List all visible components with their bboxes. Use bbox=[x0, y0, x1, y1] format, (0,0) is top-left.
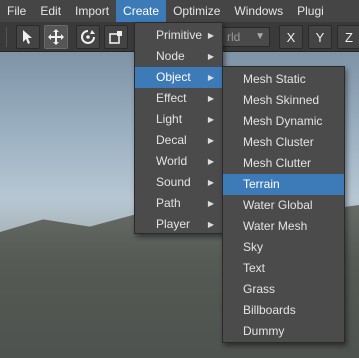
object-item-text[interactable]: Text bbox=[223, 258, 344, 279]
chevron-down-icon: ▼ bbox=[255, 31, 265, 42]
object-item-billboards[interactable]: Billboards bbox=[223, 300, 344, 321]
submenu-arrow-icon: ▶ bbox=[207, 157, 214, 166]
menu-item-label: Primitive bbox=[156, 28, 203, 42]
create-item-world[interactable]: World ▶ bbox=[135, 151, 222, 172]
object-item-mesh-static[interactable]: Mesh Static bbox=[223, 69, 344, 90]
menu-plugins[interactable]: Plugi bbox=[290, 0, 331, 22]
cursor-icon bbox=[23, 30, 32, 44]
create-item-decal[interactable]: Decal ▶ bbox=[135, 130, 222, 151]
create-item-node[interactable]: Node ▶ bbox=[135, 46, 222, 67]
menu-item-label: Node bbox=[156, 49, 185, 63]
axis-z-button[interactable]: Z bbox=[337, 25, 359, 49]
axis-x-label: X bbox=[286, 29, 296, 45]
menu-optimize[interactable]: Optimize bbox=[166, 0, 227, 22]
menu-item-label: Object bbox=[156, 70, 191, 84]
object-item-mesh-dynamic[interactable]: Mesh Dynamic bbox=[223, 111, 344, 132]
submenu-arrow-icon: ▶ bbox=[207, 94, 214, 103]
menu-item-label: Path bbox=[156, 196, 181, 210]
scale-icon bbox=[109, 31, 122, 44]
object-submenu: Mesh Static Mesh Skinned Mesh Dynamic Me… bbox=[222, 66, 345, 343]
scale-tool-button[interactable] bbox=[104, 25, 128, 49]
submenu-arrow-icon: ▶ bbox=[207, 178, 214, 187]
object-item-mesh-clutter[interactable]: Mesh Clutter bbox=[223, 153, 344, 174]
menu-item-label: Light bbox=[156, 112, 183, 126]
submenu-arrow-icon: ▶ bbox=[207, 115, 214, 124]
menu-file[interactable]: File bbox=[0, 0, 33, 22]
create-item-sound[interactable]: Sound ▶ bbox=[135, 172, 222, 193]
submenu-arrow-icon: ▶ bbox=[207, 52, 214, 61]
axis-y-label: Y bbox=[315, 29, 325, 45]
move-arrows-icon bbox=[48, 29, 64, 45]
object-item-mesh-cluster[interactable]: Mesh Cluster bbox=[223, 132, 344, 153]
rotate-icon bbox=[81, 30, 95, 44]
submenu-arrow-icon: ▶ bbox=[207, 199, 214, 208]
axis-y-button[interactable]: Y bbox=[308, 25, 332, 49]
create-item-player[interactable]: Player ▶ bbox=[135, 214, 222, 235]
menu-edit[interactable]: Edit bbox=[33, 0, 68, 22]
submenu-arrow-icon: ▶ bbox=[207, 220, 214, 229]
select-tool-button[interactable] bbox=[16, 25, 40, 49]
object-item-sky[interactable]: Sky bbox=[223, 237, 344, 258]
object-item-water-mesh[interactable]: Water Mesh bbox=[223, 216, 344, 237]
menu-create[interactable]: Create bbox=[116, 0, 167, 22]
object-item-water-global[interactable]: Water Global bbox=[223, 195, 344, 216]
menu-item-label: Decal bbox=[156, 133, 187, 147]
menu-item-label: Player bbox=[156, 217, 191, 231]
submenu-arrow-icon: ▶ bbox=[207, 136, 214, 145]
object-item-dummy[interactable]: Dummy bbox=[223, 321, 344, 342]
object-item-terrain[interactable]: Terrain bbox=[223, 174, 344, 195]
menu-item-label: Effect bbox=[156, 91, 187, 105]
menu-windows[interactable]: Windows bbox=[227, 0, 290, 22]
axis-x-button[interactable]: X bbox=[279, 25, 303, 49]
submenu-arrow-icon: ▶ bbox=[207, 73, 214, 82]
submenu-arrow-icon: ▶ bbox=[207, 31, 214, 40]
axis-z-label: Z bbox=[345, 29, 353, 45]
coordinate-space-select[interactable]: rld ▼ bbox=[222, 27, 270, 47]
coordinate-space-value: rld bbox=[227, 30, 241, 44]
create-item-effect[interactable]: Effect ▶ bbox=[135, 88, 222, 109]
create-item-light[interactable]: Light ▶ bbox=[135, 109, 222, 130]
create-item-path[interactable]: Path ▶ bbox=[135, 193, 222, 214]
toolbar-separator bbox=[6, 27, 7, 47]
create-item-primitive[interactable]: Primitive ▶ bbox=[135, 25, 222, 46]
menu-item-label: World bbox=[156, 154, 188, 168]
object-item-mesh-skinned[interactable]: Mesh Skinned bbox=[223, 90, 344, 111]
create-item-object[interactable]: Object ▶ bbox=[135, 67, 222, 88]
rotate-tool-button[interactable] bbox=[76, 25, 100, 49]
move-tool-button[interactable] bbox=[44, 25, 68, 49]
menu-item-label: Sound bbox=[156, 175, 191, 189]
create-dropdown-menu: Primitive ▶ Node ▶ Object ▶ Effect ▶ Light ▶ … bbox=[134, 22, 223, 234]
object-item-grass[interactable]: Grass bbox=[223, 279, 344, 300]
menu-bar: File Edit Import Create Optimize Windows… bbox=[0, 0, 359, 22]
menu-import[interactable]: Import bbox=[68, 0, 116, 22]
